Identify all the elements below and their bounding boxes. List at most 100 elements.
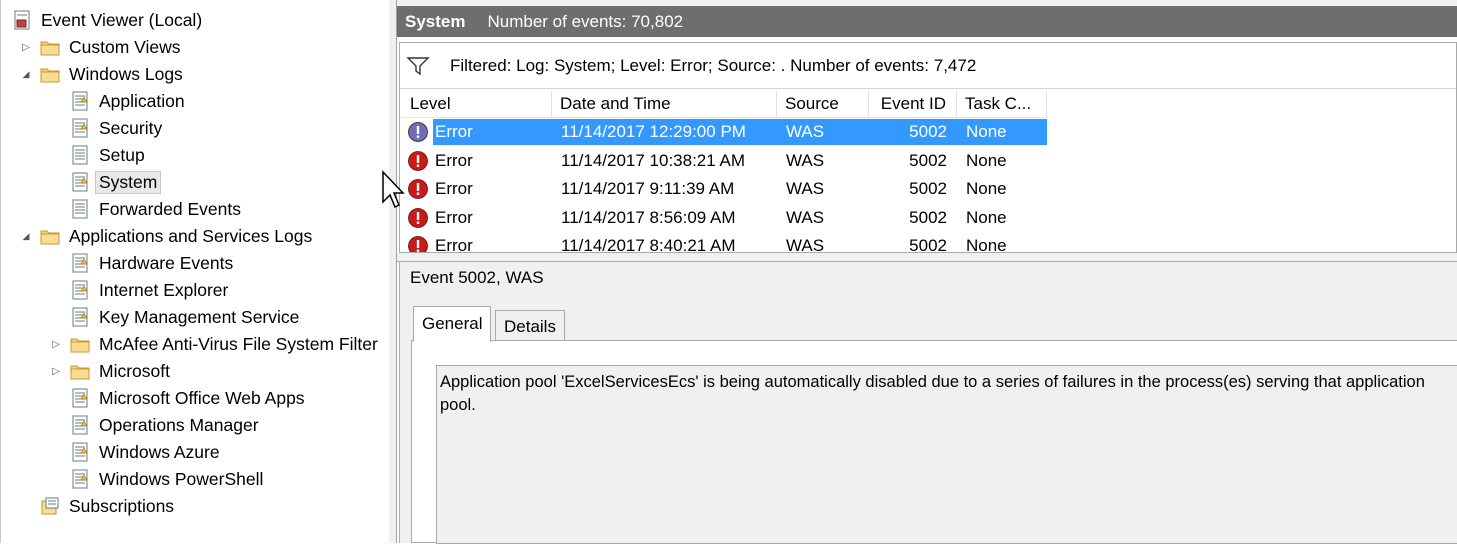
- error-icon: [408, 179, 428, 199]
- folder-icon: [70, 365, 90, 380]
- cell-task: None: [966, 207, 1007, 227]
- log-icon: [72, 253, 88, 273]
- tree-item-label: Setup: [99, 144, 145, 165]
- cell-source: WAS: [777, 119, 869, 145]
- tree-item-forwarded-events[interactable]: Forwarded Events: [49, 196, 241, 222]
- cell-source: WAS: [786, 179, 825, 198]
- cell-level: Error: [402, 119, 552, 145]
- tree-item-hardware-events[interactable]: Hardware Events: [49, 250, 233, 276]
- tree-item-microsoft-office-web-apps[interactable]: Microsoft Office Web Apps: [49, 385, 305, 411]
- tree-item-label: Internet Explorer: [99, 279, 229, 300]
- filter-bar: Filtered: Log: System; Level: Error; Sou…: [400, 43, 1456, 89]
- tree-item-applications-and-services-logs[interactable]: ◢ Applications and Services Logs: [19, 223, 313, 249]
- tree-item-label: Subscriptions: [69, 495, 175, 516]
- tab-body: Application pool 'ExcelServicesEcs' is b…: [411, 340, 1457, 544]
- error-icon: [408, 150, 428, 171]
- cell-datetime: 11/14/2017 8:40:21 AM: [561, 236, 736, 253]
- table-row[interactable]: Error 11/14/2017 10:38:21 AM WAS 5002 None: [402, 147, 1047, 175]
- cell-level: Error: [402, 233, 552, 252]
- column-header-2[interactable]: Source: [777, 91, 869, 117]
- tree-item-operations-manager[interactable]: Operations Manager: [49, 412, 259, 438]
- table-row[interactable]: Error 11/14/2017 8:40:21 AM WAS 5002 None: [402, 232, 1047, 253]
- tree-item-label: System: [95, 170, 162, 194]
- mouse-cursor-icon: [382, 170, 405, 209]
- log-header: System Number of events: 70,802: [397, 6, 1457, 37]
- tab-general[interactable]: General: [413, 306, 492, 342]
- cell-level: Error: [402, 205, 552, 231]
- tree-item-label: Microsoft: [99, 360, 170, 381]
- cell-source: WAS: [786, 236, 825, 253]
- tree-item-label: Applications and Services Logs: [69, 225, 313, 246]
- log-icon: [72, 280, 88, 300]
- tree-item-windows-logs[interactable]: ◢ Windows Logs: [19, 61, 183, 87]
- event-detail-title: Event 5002, WAS: [410, 268, 544, 287]
- filter-icon: [406, 56, 430, 75]
- console-tree: Event Viewer (Local) ▷ Custom Views ◢ Window…: [0, 0, 390, 543]
- event-detail-panel: Event 5002, WAS General Details Applicat…: [399, 262, 1457, 544]
- tree-item-custom-views[interactable]: ▷ Custom Views: [19, 34, 180, 60]
- tree-item-windows-powershell[interactable]: Windows PowerShell: [49, 466, 263, 492]
- cell-event-id: 5002: [909, 150, 947, 170]
- column-header-4[interactable]: Task C...: [957, 91, 1047, 117]
- tree-item-mcafee-anti-virus-file-system-filter[interactable]: ▷ McAfee Anti-Virus File System Filter: [49, 331, 378, 357]
- folder-icon: [40, 68, 60, 83]
- tree-item-setup[interactable]: Setup: [49, 142, 145, 168]
- log-plain-icon: [72, 145, 88, 165]
- collapse-arrow-icon[interactable]: ◢: [19, 229, 33, 243]
- log-icon: [72, 469, 88, 489]
- table-row[interactable]: Error 11/14/2017 9:11:39 AM WAS 5002 None: [402, 175, 1047, 203]
- event-count: Number of events: 70,802: [487, 11, 684, 31]
- tree-item-label: Microsoft Office Web Apps: [99, 387, 305, 408]
- tree-item-windows-azure[interactable]: Windows Azure: [49, 439, 220, 465]
- horizontal-splitter[interactable]: [397, 253, 1457, 262]
- cell-task: None: [966, 179, 1007, 198]
- tree-item-event-viewer-local[interactable]: Event Viewer (Local): [11, 7, 202, 33]
- tree-item-internet-explorer[interactable]: Internet Explorer: [49, 277, 228, 303]
- tree-item-label: Operations Manager: [99, 414, 259, 435]
- tree-item-subscriptions[interactable]: Subscriptions: [19, 493, 174, 519]
- vertical-splitter[interactable]: [389, 0, 397, 543]
- cell-datetime: 11/14/2017 12:29:00 PM: [552, 119, 777, 145]
- folder-icon: [40, 230, 60, 245]
- cell-event-id: 5002: [869, 119, 957, 145]
- log-title: System: [405, 11, 466, 31]
- table-row[interactable]: Error 11/14/2017 8:56:09 AM WAS 5002 None: [402, 204, 1047, 232]
- tree-item-system[interactable]: System: [49, 169, 162, 195]
- folder-icon: [40, 41, 60, 56]
- log-plain-icon: [72, 199, 88, 219]
- collapse-arrow-icon[interactable]: ◢: [19, 67, 33, 81]
- tree-item-label: McAfee Anti-Virus File System Filter: [99, 333, 378, 354]
- tree-item-key-management-service[interactable]: Key Management Service: [49, 304, 299, 330]
- expand-arrow-icon[interactable]: ▷: [49, 364, 63, 378]
- tree-item-application[interactable]: Application: [49, 88, 185, 114]
- column-header-0[interactable]: Level: [402, 91, 552, 117]
- tab-details[interactable]: Details: [495, 310, 565, 342]
- column-header-3[interactable]: Event ID: [869, 91, 957, 117]
- level-text: Error: [435, 150, 473, 170]
- expand-arrow-icon[interactable]: ▷: [19, 40, 33, 54]
- expand-arrow-icon[interactable]: ▷: [49, 337, 63, 351]
- level-text: Error: [435, 207, 473, 227]
- cell-task: None: [957, 119, 1047, 145]
- tree-item-microsoft[interactable]: ▷ Microsoft: [49, 358, 170, 384]
- event-message: Application pool 'ExcelServicesEcs' is b…: [436, 365, 1457, 544]
- level-text: Error: [435, 179, 473, 198]
- tree-item-security[interactable]: Security: [49, 115, 162, 141]
- level-text: Error: [433, 119, 552, 145]
- tree-item-label: Windows Azure: [99, 441, 220, 462]
- tree-item-label: Forwarded Events: [99, 198, 242, 219]
- error-icon: [408, 236, 428, 252]
- table-row[interactable]: Error 11/14/2017 12:29:00 PM WAS 5002 None: [402, 118, 1047, 146]
- column-header-1[interactable]: Date and Time: [552, 91, 777, 117]
- cell-datetime: 11/14/2017 8:56:09 AM: [561, 207, 736, 227]
- tree-item-label: Hardware Events: [99, 252, 234, 273]
- error-icon: [408, 207, 428, 228]
- cell-level: Error: [402, 176, 552, 202]
- column-headers: Level Date and Time Source Event ID Task C..…: [402, 91, 1047, 118]
